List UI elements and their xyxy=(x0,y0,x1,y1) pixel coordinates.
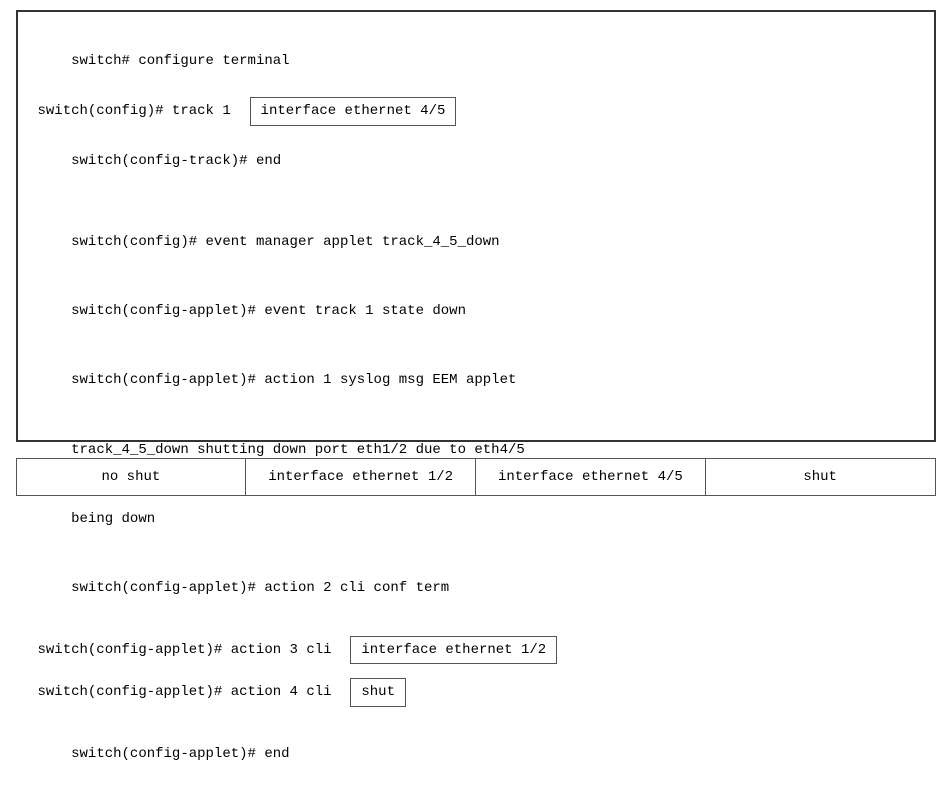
bottom-btn-shut[interactable]: shut xyxy=(706,459,935,495)
terminal-line-16: switch(config-applet)# end xyxy=(38,721,914,788)
terminal-line-10: switch(config-applet)# action 2 cli conf… xyxy=(38,555,914,622)
inline-box-2: interface ethernet 1/2 xyxy=(350,636,557,664)
bottom-btn-interface-4-5[interactable]: interface ethernet 4/5 xyxy=(476,459,706,495)
bottom-btn-no-shut[interactable]: no shut xyxy=(17,459,247,495)
bottom-btn-interface-1-2[interactable]: interface ethernet 1/2 xyxy=(246,459,476,495)
terminal-line-14: switch(config-applet)# action 4 cli shut xyxy=(38,678,914,706)
terminal-line-2: switch(config)# track 1 interface ethern… xyxy=(38,97,914,125)
terminal-line-7: switch(config-applet)# action 1 syslog m… xyxy=(38,347,914,414)
terminal-line-12: switch(config-applet)# action 3 cli inte… xyxy=(38,636,914,664)
spacer-3 xyxy=(38,666,914,678)
terminal-line-6: switch(config-applet)# event track 1 sta… xyxy=(38,278,914,345)
terminal-line-3: switch(config-track)# end xyxy=(38,128,914,195)
inline-box-1: interface ethernet 4/5 xyxy=(250,97,457,125)
inline-box-3: shut xyxy=(350,678,406,706)
spacer-4 xyxy=(38,709,914,721)
terminal-window: switch# configure terminal switch(config… xyxy=(16,10,936,442)
terminal-line-5: switch(config)# event manager applet tra… xyxy=(38,209,914,276)
spacer-2 xyxy=(38,624,914,636)
spacer-1 xyxy=(38,197,914,209)
bottom-button-bar: no shut interface ethernet 1/2 interface… xyxy=(16,458,936,496)
terminal-line-1: switch# configure terminal xyxy=(38,28,914,95)
